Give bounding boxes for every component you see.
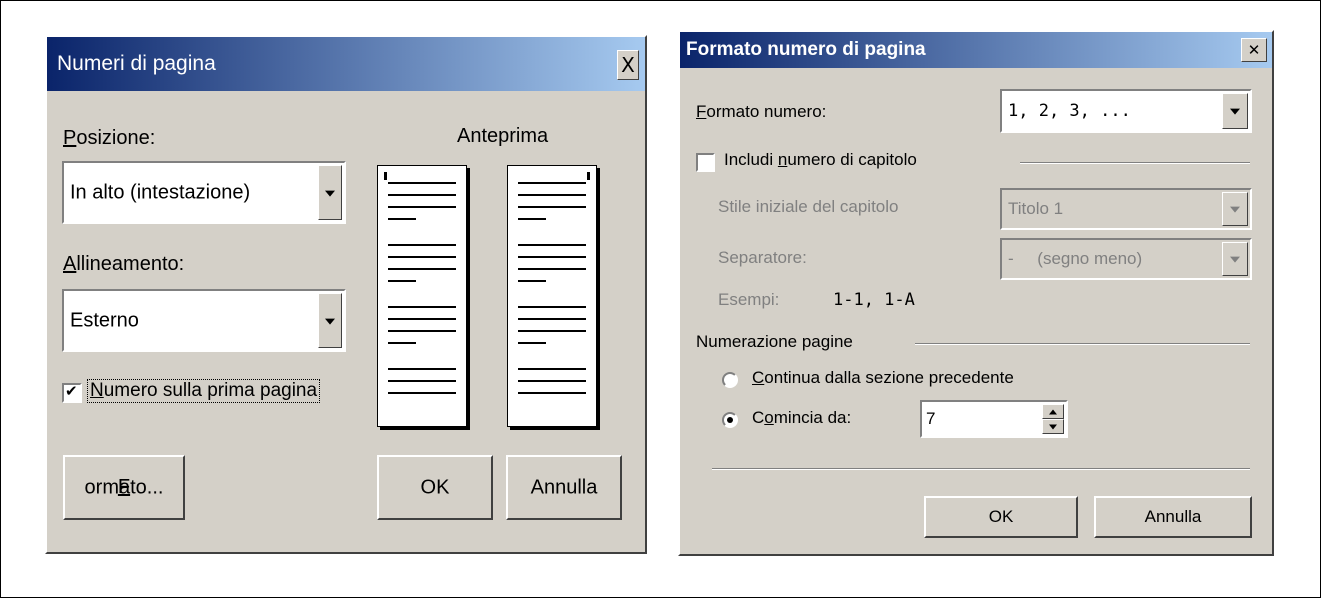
alignment-dropdown-button[interactable] <box>318 293 342 348</box>
title-bar: Formato numero di pagina ✕ <box>680 32 1272 68</box>
dialog-title: Numeri di pagina <box>57 52 216 75</box>
cancel-button-label: Annulla <box>1144 507 1202 526</box>
number-format-select[interactable]: 1, 2, 3, ... <box>1000 89 1252 133</box>
separator-label: Separatore: <box>718 248 807 267</box>
chevron-down-icon <box>325 318 335 325</box>
button-separator-line <box>712 468 1250 470</box>
separator-dropdown-button[interactable] <box>1222 242 1248 276</box>
page-numbers-dialog: Numeri di pagina X Posizione: In alto (i… <box>45 35 647 554</box>
chapter-group-line <box>1020 162 1250 164</box>
start-at-radio-label[interactable]: Comincia da: <box>752 408 851 428</box>
page-number-format-dialog: Formato numero di pagina ✕ Formato numer… <box>678 30 1274 556</box>
first-page-checkbox[interactable]: ✔ <box>62 382 82 403</box>
close-icon: ✕ <box>1247 41 1261 59</box>
chevron-down-icon <box>1230 108 1240 115</box>
preview-label: Anteprima <box>457 125 549 147</box>
start-at-spinner[interactable] <box>1042 404 1064 434</box>
ok-button[interactable]: OK <box>924 496 1078 538</box>
first-page-checkbox-label[interactable]: Numero sulla prima pagina <box>87 379 321 403</box>
examples-value: 1-1, 1-A <box>833 290 915 310</box>
position-select[interactable]: In alto (intestazione) <box>62 161 346 224</box>
ok-button-label: OK <box>988 507 1014 526</box>
checkmark-icon: ✔ <box>65 382 78 400</box>
start-at-value: 7 <box>926 409 936 428</box>
chevron-down-icon <box>325 190 335 197</box>
position-label: Posizione: <box>63 127 156 149</box>
position-select-value: In alto (intestazione) <box>70 181 251 203</box>
position-label-text: osizione: <box>76 127 156 149</box>
number-format-dropdown-button[interactable] <box>1222 93 1248 129</box>
cancel-button[interactable]: Annulla <box>1094 496 1252 538</box>
spinner-up-button[interactable] <box>1042 404 1064 419</box>
alignment-label: Allineamento: <box>63 253 185 275</box>
page-numbering-group-line <box>915 343 1250 345</box>
cancel-button-label: Annulla <box>530 476 598 498</box>
spinner-down-button[interactable] <box>1042 419 1064 434</box>
include-chapter-checkbox[interactable] <box>696 153 715 172</box>
separator-value: - (segno meno) <box>1008 249 1143 268</box>
continue-radio[interactable] <box>722 372 738 388</box>
alignment-select[interactable]: Esterno <box>62 289 346 352</box>
close-button[interactable]: X <box>617 50 639 80</box>
ok-button[interactable]: OK <box>377 455 493 520</box>
dialog-title: Formato numero di pagina <box>686 39 926 60</box>
examples-label: Esempi: <box>718 290 780 309</box>
chevron-down-icon <box>1049 424 1057 429</box>
include-chapter-label[interactable]: Includi numero di capitolo <box>724 150 917 170</box>
format-button[interactable]: Formato... <box>63 455 185 520</box>
close-icon: X <box>621 53 635 77</box>
preview-page-right <box>507 165 597 427</box>
cancel-button[interactable]: Annulla <box>506 455 622 520</box>
chevron-down-icon <box>1230 206 1240 213</box>
alignment-select-value: Esterno <box>70 309 139 331</box>
continue-radio-label[interactable]: Continua dalla sezione precedente <box>752 368 1014 388</box>
close-button[interactable]: ✕ <box>1241 38 1267 62</box>
start-at-radio[interactable] <box>722 412 738 428</box>
page-numbering-label: Numerazione pagine <box>696 332 853 351</box>
start-at-input[interactable]: 7 <box>920 400 1068 438</box>
ok-button-label: OK <box>420 476 450 498</box>
separator-select[interactable]: - (segno meno) <box>1000 238 1252 280</box>
chapter-style-select[interactable]: Titolo 1 <box>1000 188 1252 230</box>
chevron-up-icon <box>1049 409 1057 414</box>
number-format-value: 1, 2, 3, ... <box>1008 101 1131 121</box>
format-button-label: Formato... <box>84 476 164 498</box>
radio-selected-dot <box>727 417 733 423</box>
chapter-style-label: Stile iniziale del capitolo <box>718 197 899 216</box>
number-format-label: Formato numero: <box>696 102 827 121</box>
title-bar: Numeri di pagina X <box>47 37 645 91</box>
preview-page-left <box>377 165 467 427</box>
chapter-style-value: Titolo 1 <box>1008 199 1064 218</box>
position-dropdown-button[interactable] <box>318 165 342 220</box>
chevron-down-icon <box>1230 256 1240 263</box>
chapter-style-dropdown-button[interactable] <box>1222 192 1248 226</box>
